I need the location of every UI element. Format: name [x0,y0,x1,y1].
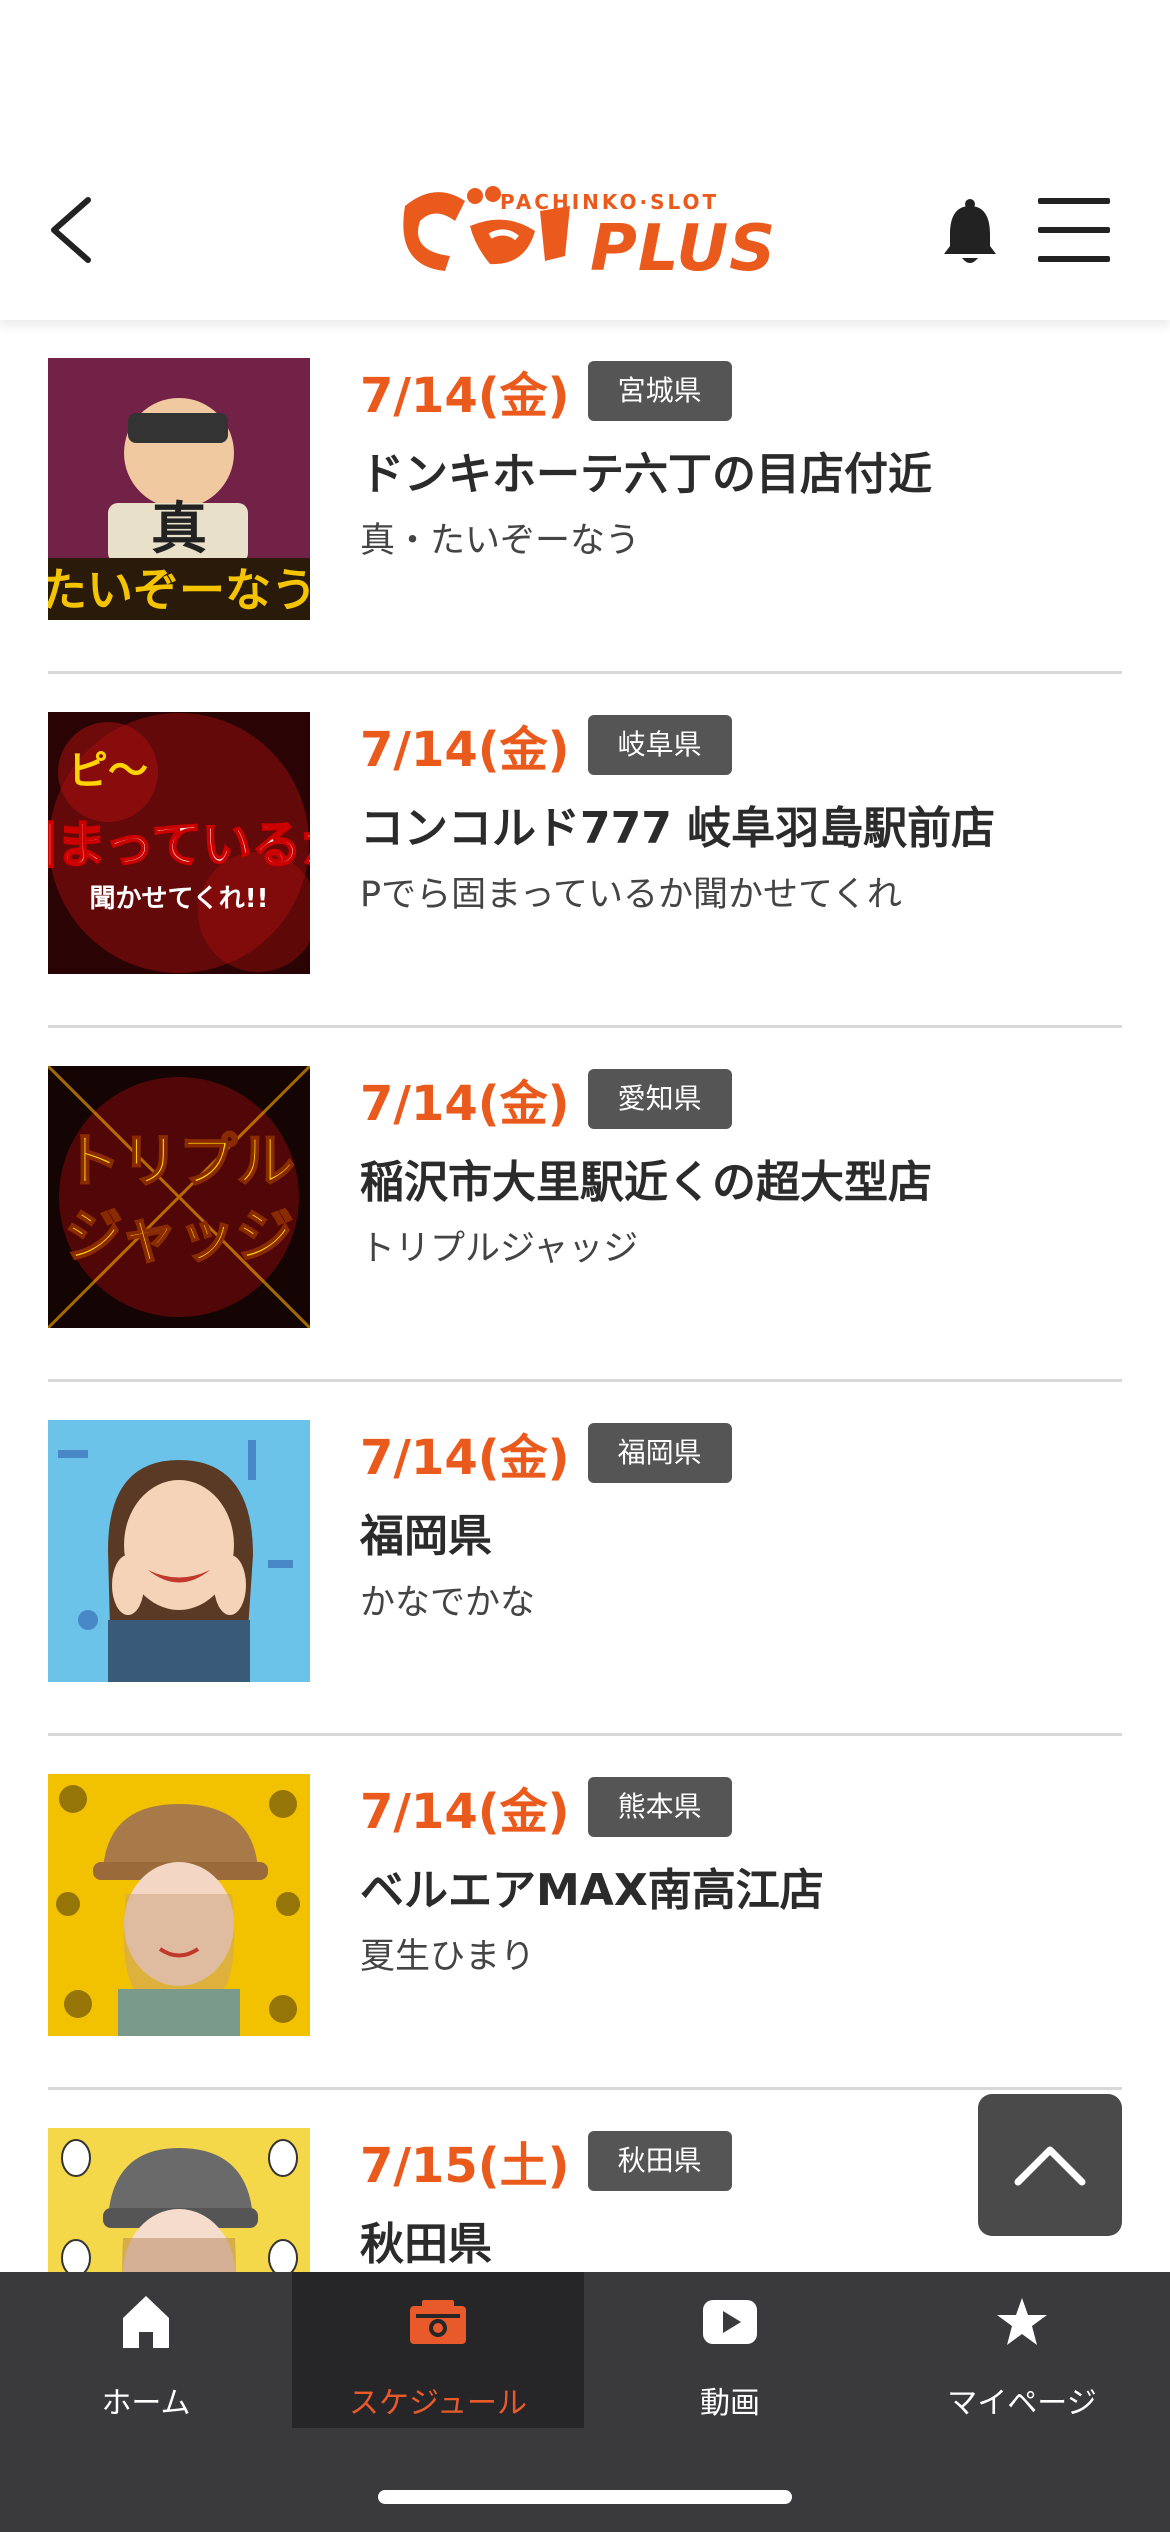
tab-label: スケジュール [349,2386,527,2421]
event-date: 7/14(金) [360,722,570,778]
play-icon [703,2300,757,2344]
prefecture-badge: 秋田県 [587,2131,732,2191]
venue-name: ドンキホーテ六丁の目店付近 [360,449,932,500]
event-date: 7/14(金) [360,1430,570,1486]
schedule-item[interactable]: 7/14(金) 熊本県 ベルエアMAX南高江店 夏生ひまり [48,1736,1122,2090]
prefecture-badge: 福岡県 [587,1423,732,1483]
event-thumbnail [48,1774,310,2036]
back-button[interactable] [40,190,110,270]
tab-label: マイページ [947,2386,1097,2421]
performer-name: 真・たいぞーなう [360,521,641,561]
home-icon [123,2296,169,2348]
event-date: 7/14(金) [360,1784,570,1840]
prefecture-badge: 愛知県 [587,1069,732,1129]
app-header: PACHINKO·SLOT PLUS [0,0,1170,320]
event-thumbnail [48,2128,310,2272]
event-date: 7/14(金) [360,368,570,424]
svg-text:たいぞーなう: たいぞーなう [48,563,310,617]
svg-text:トリプル: トリプル [63,1127,295,1195]
venue-name: 稲沢市大里駅近くの超大型店 [360,1157,932,1208]
venue-name: ベルエアMAX南高江店 [360,1865,824,1916]
logo-subtitle: PACHINKO·SLOT [500,190,720,214]
chevron-left-icon [51,197,91,263]
svg-text:ジャッジ: ジャッジ [64,1202,293,1270]
scroll-top-button[interactable] [978,2094,1122,2236]
notifications-button[interactable] [940,198,1000,268]
schedule-item[interactable]: ピ〜 固まっているか 聞かせてくれ!! 7/14(金) 岐阜県 コンコルド777… [48,674,1122,1028]
prefecture-badge: 岐阜県 [587,715,732,775]
schedule-item[interactable]: 真 たいぞーなう 7/14(金) 宮城県 ドンキホーテ六丁の目店付近 真・たいぞ… [48,320,1122,674]
bell-icon [944,199,996,263]
home-indicator [378,2490,792,2504]
tab-home[interactable]: ホーム [0,2272,292,2428]
performer-name: トリプルジャッジ [360,1229,639,1269]
event-date: 7/15(土) [360,2138,570,2194]
prefecture-badge: 宮城県 [587,361,732,421]
menu-button[interactable] [1036,196,1112,264]
chevron-up-icon [1014,2146,1086,2186]
hamburger-menu-icon [1038,198,1110,262]
app-logo[interactable]: PACHINKO·SLOT PLUS [395,170,775,286]
schedule-item[interactable]: 7/15(土) 秋田県 秋田県 [48,2090,1122,2272]
svg-text:真: 真 [151,496,207,562]
tab-mypage[interactable]: マイページ [876,2272,1168,2428]
tab-label: 動画 [700,2386,760,2421]
event-thumbnail: 真 たいぞーなう [48,358,310,620]
svg-text:ピ〜: ピ〜 [68,748,148,794]
schedule-item[interactable]: トリプル ジャッジ 7/14(金) 愛知県 稲沢市大里駅近くの超大型店 トリプル… [48,1028,1122,1382]
schedule-list: 真 たいぞーなう 7/14(金) 宮城県 ドンキホーテ六丁の目店付近 真・たいぞ… [0,320,1170,2272]
event-date: 7/14(金) [360,1076,570,1132]
prefecture-badge: 熊本県 [587,1777,732,1837]
performer-name: 夏生ひまり [360,1937,536,1977]
venue-name: コンコルド777 岐阜羽島駅前店 [360,803,996,854]
svg-text:聞かせてくれ!!: 聞かせてくれ!! [90,884,269,914]
schedule-item[interactable]: 7/14(金) 福岡県 福岡県 かなでかな [48,1382,1122,1736]
tab-videos[interactable]: 動画 [584,2272,876,2428]
tab-schedule[interactable]: スケジュール [292,2272,584,2428]
star-icon [997,2298,1047,2345]
event-thumbnail: トリプル ジャッジ [48,1066,310,1328]
tab-label: ホーム [101,2386,191,2421]
event-thumbnail [48,1420,310,1682]
event-thumbnail: ピ〜 固まっているか 聞かせてくれ!! [48,712,310,974]
svg-text:固まっているか: 固まっているか [48,816,310,874]
camera-icon [410,2300,466,2344]
performer-name: かなでかな [360,1583,536,1623]
performer-name: Pでら固まっているか聞かせてくれ [360,875,902,915]
venue-name: 福岡県 [360,1511,492,1562]
logo-title: PLUS [590,212,777,286]
